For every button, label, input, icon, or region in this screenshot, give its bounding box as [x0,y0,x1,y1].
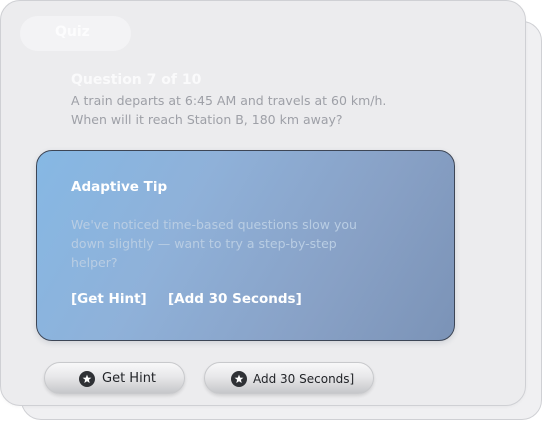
get-hint-button-label: Get Hint [102,371,157,386]
question-text: A train departs at 6:45 AM and travels a… [71,93,387,127]
adaptive-tip-title: Adaptive Tip [71,179,168,195]
star-icon [231,371,247,387]
tip-get-hint-link[interactable]: [Get Hint] [71,291,147,307]
question-number: Question 7 of 10 [71,72,202,88]
tip-add-30-seconds-link[interactable]: [Add 30 Seconds] [168,291,302,307]
star-icon [79,371,95,387]
add-30-seconds-button-label: Add 30 Seconds] [253,372,355,386]
get-hint-button[interactable]: Get Hint [44,362,185,394]
adaptive-tip-body: We've noticed time-based questions slow … [71,217,357,270]
add-30-seconds-button[interactable]: Add 30 Seconds] [204,362,374,394]
quiz-screen: Quiz Question 7 of 10 A train departs at… [0,0,544,423]
quiz-tab-label: Quiz [55,24,90,40]
